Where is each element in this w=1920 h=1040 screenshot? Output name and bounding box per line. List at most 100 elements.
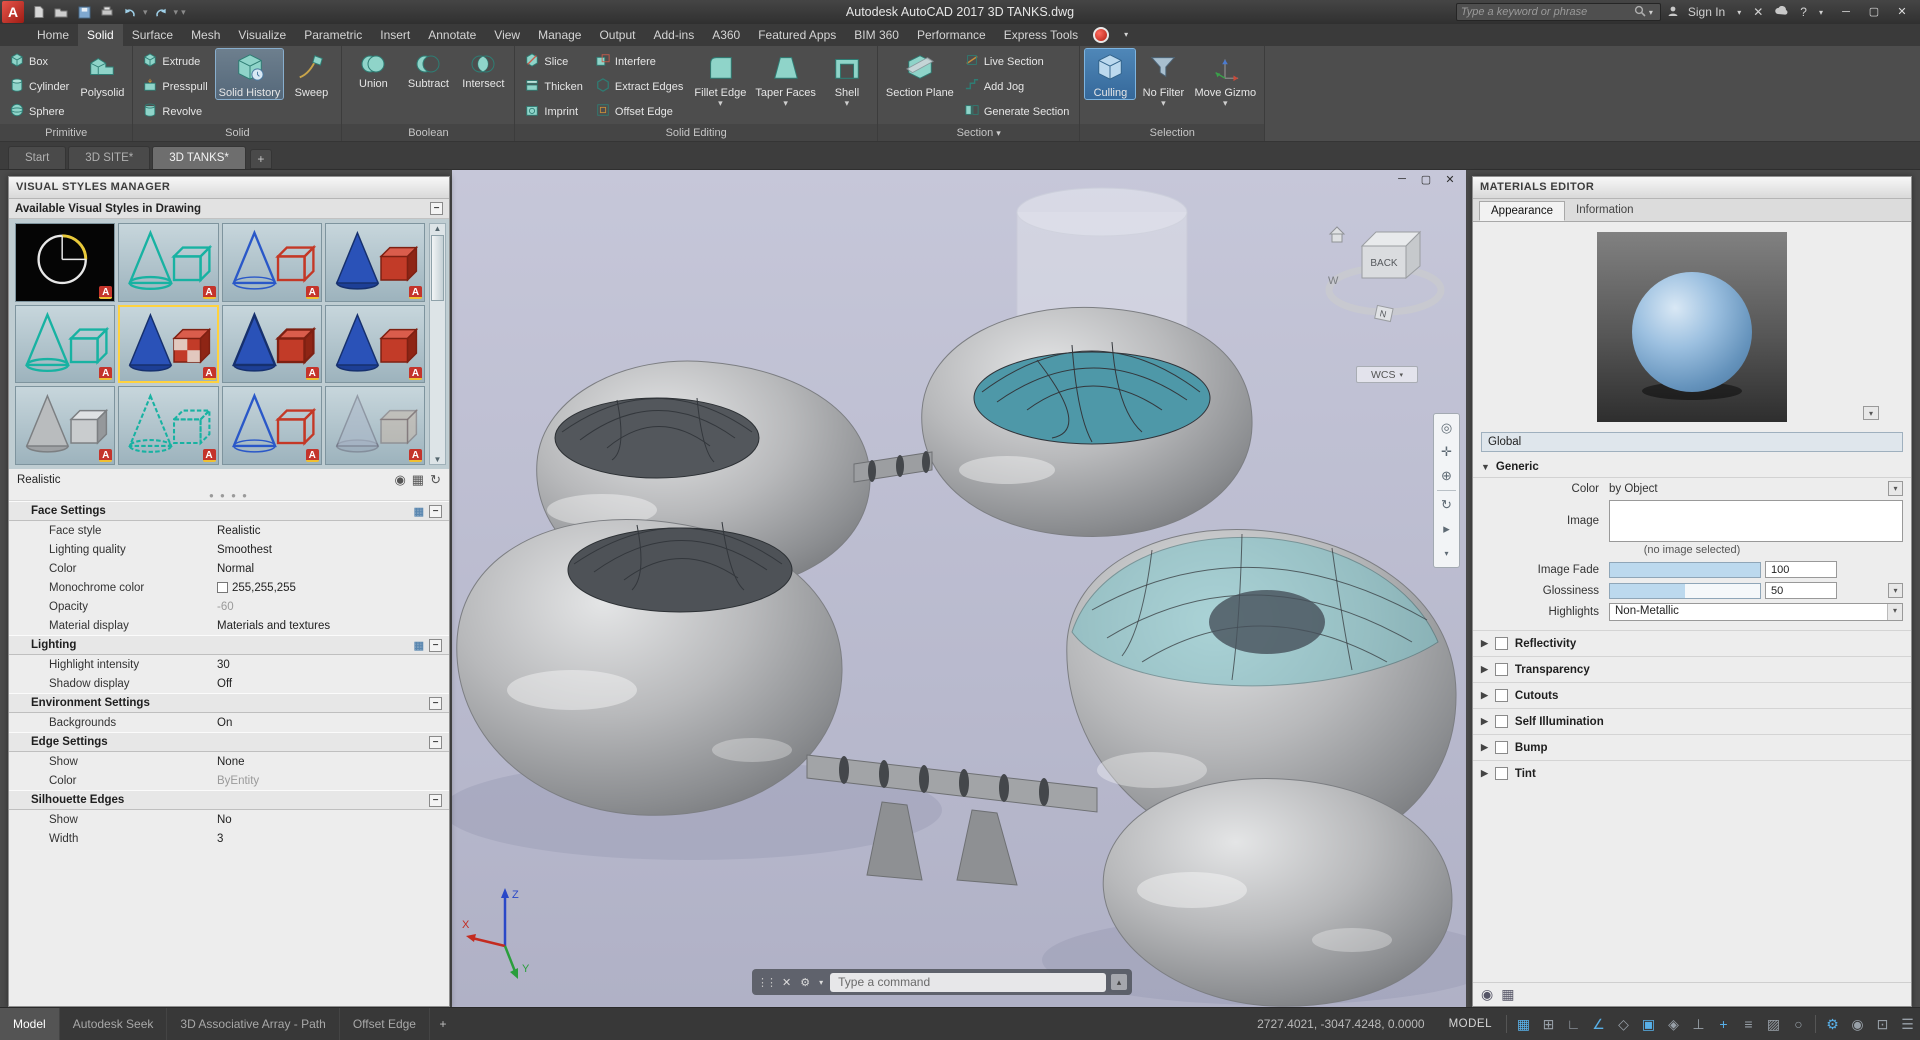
- panel-label-section[interactable]: Section ▾: [878, 124, 1080, 141]
- panel-label-boolean[interactable]: Boolean: [342, 124, 514, 141]
- palette-splitter[interactable]: ● ● ● ●: [9, 491, 449, 501]
- edge-settings-header[interactable]: Edge Settings −: [9, 732, 449, 752]
- layout-tab-offset-edge[interactable]: Offset Edge: [340, 1008, 430, 1040]
- box-button[interactable]: Box: [5, 49, 74, 74]
- visual-style-conceptual[interactable]: A: [118, 223, 218, 302]
- showmotion-icon[interactable]: ▸: [1434, 517, 1459, 541]
- tab-output[interactable]: Output: [590, 24, 644, 46]
- fillet-edge-button[interactable]: Fillet Edge ▾: [691, 49, 749, 107]
- workspace-switching-icon[interactable]: ⚙: [1820, 1008, 1845, 1040]
- setting-row[interactable]: Lighting qualitySmoothest: [9, 540, 449, 559]
- create-material-icon[interactable]: ◉: [1481, 986, 1493, 1003]
- collapse-button[interactable]: −: [429, 505, 442, 518]
- navbar-menu-icon[interactable]: ▾: [1434, 541, 1459, 565]
- undo-dropdown-icon[interactable]: ▾: [143, 7, 148, 18]
- sweep-button[interactable]: Sweep: [286, 49, 336, 99]
- interfere-button[interactable]: Interfere: [591, 49, 688, 74]
- visual-style-hidden[interactable]: A: [222, 223, 322, 302]
- tab-home[interactable]: Home: [28, 24, 78, 46]
- tab-a360[interactable]: A360: [703, 24, 749, 46]
- selection-cycling-icon[interactable]: ○: [1786, 1008, 1811, 1040]
- section-tint[interactable]: ▶ Tint: [1473, 760, 1911, 786]
- restore-button[interactable]: ▢: [1860, 1, 1888, 23]
- visual-style-shades-blue[interactable]: A: [325, 305, 425, 384]
- expand-icon[interactable]: ▶: [1481, 768, 1488, 779]
- 3d-object-snap-icon[interactable]: ◈: [1661, 1008, 1686, 1040]
- glossiness-value[interactable]: 50: [1765, 582, 1837, 599]
- minimize-button[interactable]: ─: [1832, 1, 1860, 23]
- polysolid-button[interactable]: Polysolid: [77, 49, 127, 99]
- section-cutouts[interactable]: ▶ Cutouts: [1473, 682, 1911, 708]
- annotation-monitor-icon[interactable]: ◉: [1845, 1008, 1870, 1040]
- setting-row[interactable]: Shadow displayOff: [9, 674, 449, 693]
- extract-edges-button[interactable]: Extract Edges: [591, 74, 688, 99]
- tab-featured-apps[interactable]: Featured Apps: [749, 24, 845, 46]
- revolve-button[interactable]: Revolve: [138, 99, 212, 124]
- setting-row[interactable]: Face styleRealistic: [9, 521, 449, 540]
- material-browser-icon[interactable]: ▦: [1501, 986, 1514, 1003]
- setting-row[interactable]: Highlight intensity30: [9, 655, 449, 674]
- styles-scrollbar[interactable]: ▲ ▼: [429, 223, 446, 465]
- redo-dropdown-icon[interactable]: ▾: [174, 7, 179, 18]
- apply-style-icon[interactable]: ◉: [394, 472, 405, 488]
- transparency-icon[interactable]: ▨: [1761, 1008, 1786, 1040]
- viewcube-face-label[interactable]: BACK: [1370, 258, 1398, 269]
- color-dropdown-icon[interactable]: ▾: [1888, 481, 1903, 496]
- culling-button[interactable]: Culling: [1085, 49, 1135, 99]
- viewcube[interactable]: W N BACK: [1320, 212, 1450, 352]
- wcs-dropdown[interactable]: WCS ▾: [1356, 366, 1418, 383]
- export-style-icon[interactable]: ▦: [412, 472, 424, 488]
- expand-icon[interactable]: ▶: [1481, 664, 1488, 675]
- layout-tab-model[interactable]: Model: [0, 1008, 60, 1040]
- no-filter-button[interactable]: No Filter ▾: [1138, 49, 1188, 107]
- move-gizmo-button[interactable]: Move Gizmo ▾: [1191, 49, 1259, 107]
- panel-label-solid[interactable]: Solid: [133, 124, 341, 141]
- setting-row[interactable]: ShowNone: [9, 752, 449, 771]
- command-dropdown-icon[interactable]: ▾: [817, 978, 825, 987]
- generate-section-button[interactable]: Generate Section: [960, 99, 1075, 124]
- tab-mesh[interactable]: Mesh: [182, 24, 229, 46]
- section-plane-button[interactable]: Section Plane: [883, 49, 957, 99]
- lighting-header[interactable]: Lighting ▦ −: [9, 635, 449, 655]
- polar-tracking-icon[interactable]: ∠: [1586, 1008, 1611, 1040]
- tab-bim360[interactable]: BIM 360: [845, 24, 908, 46]
- tab-surface[interactable]: Surface: [123, 24, 182, 46]
- stay-connected-icon[interactable]: [1772, 5, 1791, 19]
- help-dropdown-icon[interactable]: ▾: [1816, 8, 1826, 17]
- extrude-button[interactable]: Extrude: [138, 49, 212, 74]
- undo-icon[interactable]: [120, 2, 140, 22]
- union-button[interactable]: Union: [347, 49, 399, 90]
- open-file-icon[interactable]: [51, 2, 71, 22]
- visual-style-sketchy[interactable]: A: [118, 386, 218, 465]
- isometric-drafting-icon[interactable]: ◇: [1611, 1008, 1636, 1040]
- collapse-button[interactable]: −: [429, 697, 442, 710]
- help-search-input[interactable]: [1461, 6, 1634, 18]
- dynamic-input-icon[interactable]: +: [1711, 1008, 1736, 1040]
- redo-icon[interactable]: [151, 2, 171, 22]
- new-file-icon[interactable]: [28, 2, 48, 22]
- snap-toggle-icon[interactable]: ⊞: [1536, 1008, 1561, 1040]
- customization-menu-icon[interactable]: ☰: [1895, 1008, 1920, 1040]
- file-tab-3d-site[interactable]: 3D SITE*: [68, 146, 150, 169]
- drawing-viewport[interactable]: ─ ▢ ✕ W N BACK WCS ▾ ◎ ✛ ⊕ ↻ ▸ ▾ Z X: [452, 170, 1466, 1007]
- panel-flyout-icon[interactable]: ▾: [996, 129, 1001, 137]
- sphere-button[interactable]: Sphere: [5, 99, 74, 124]
- model-space-toggle[interactable]: MODEL: [1439, 1008, 1502, 1040]
- sign-in-dropdown-icon[interactable]: ▾: [1734, 8, 1744, 17]
- 3d-model-canvas[interactable]: [452, 170, 1466, 1007]
- command-input[interactable]: [830, 973, 1106, 992]
- visual-style-shades-of-gray[interactable]: A: [15, 386, 115, 465]
- plot-icon[interactable]: [97, 2, 117, 22]
- section-transparency[interactable]: ▶ Transparency: [1473, 656, 1911, 682]
- layout-tab-autodesk-seek[interactable]: Autodesk Seek: [60, 1008, 168, 1040]
- bump-checkbox[interactable]: [1495, 741, 1508, 754]
- command-close-icon[interactable]: ✕: [780, 976, 793, 989]
- face-settings-panel-icon[interactable]: ▦: [414, 505, 424, 518]
- tab-parametric[interactable]: Parametric: [295, 24, 371, 46]
- section-self-illumination[interactable]: ▶ Self Illumination: [1473, 708, 1911, 734]
- setting-row[interactable]: ColorByEntity: [9, 771, 449, 790]
- setting-row[interactable]: Material displayMaterials and textures: [9, 616, 449, 635]
- intersect-button[interactable]: Intersect: [457, 49, 509, 90]
- generic-section-header[interactable]: ▼ Generic: [1473, 456, 1911, 478]
- self-illumination-checkbox[interactable]: [1495, 715, 1508, 728]
